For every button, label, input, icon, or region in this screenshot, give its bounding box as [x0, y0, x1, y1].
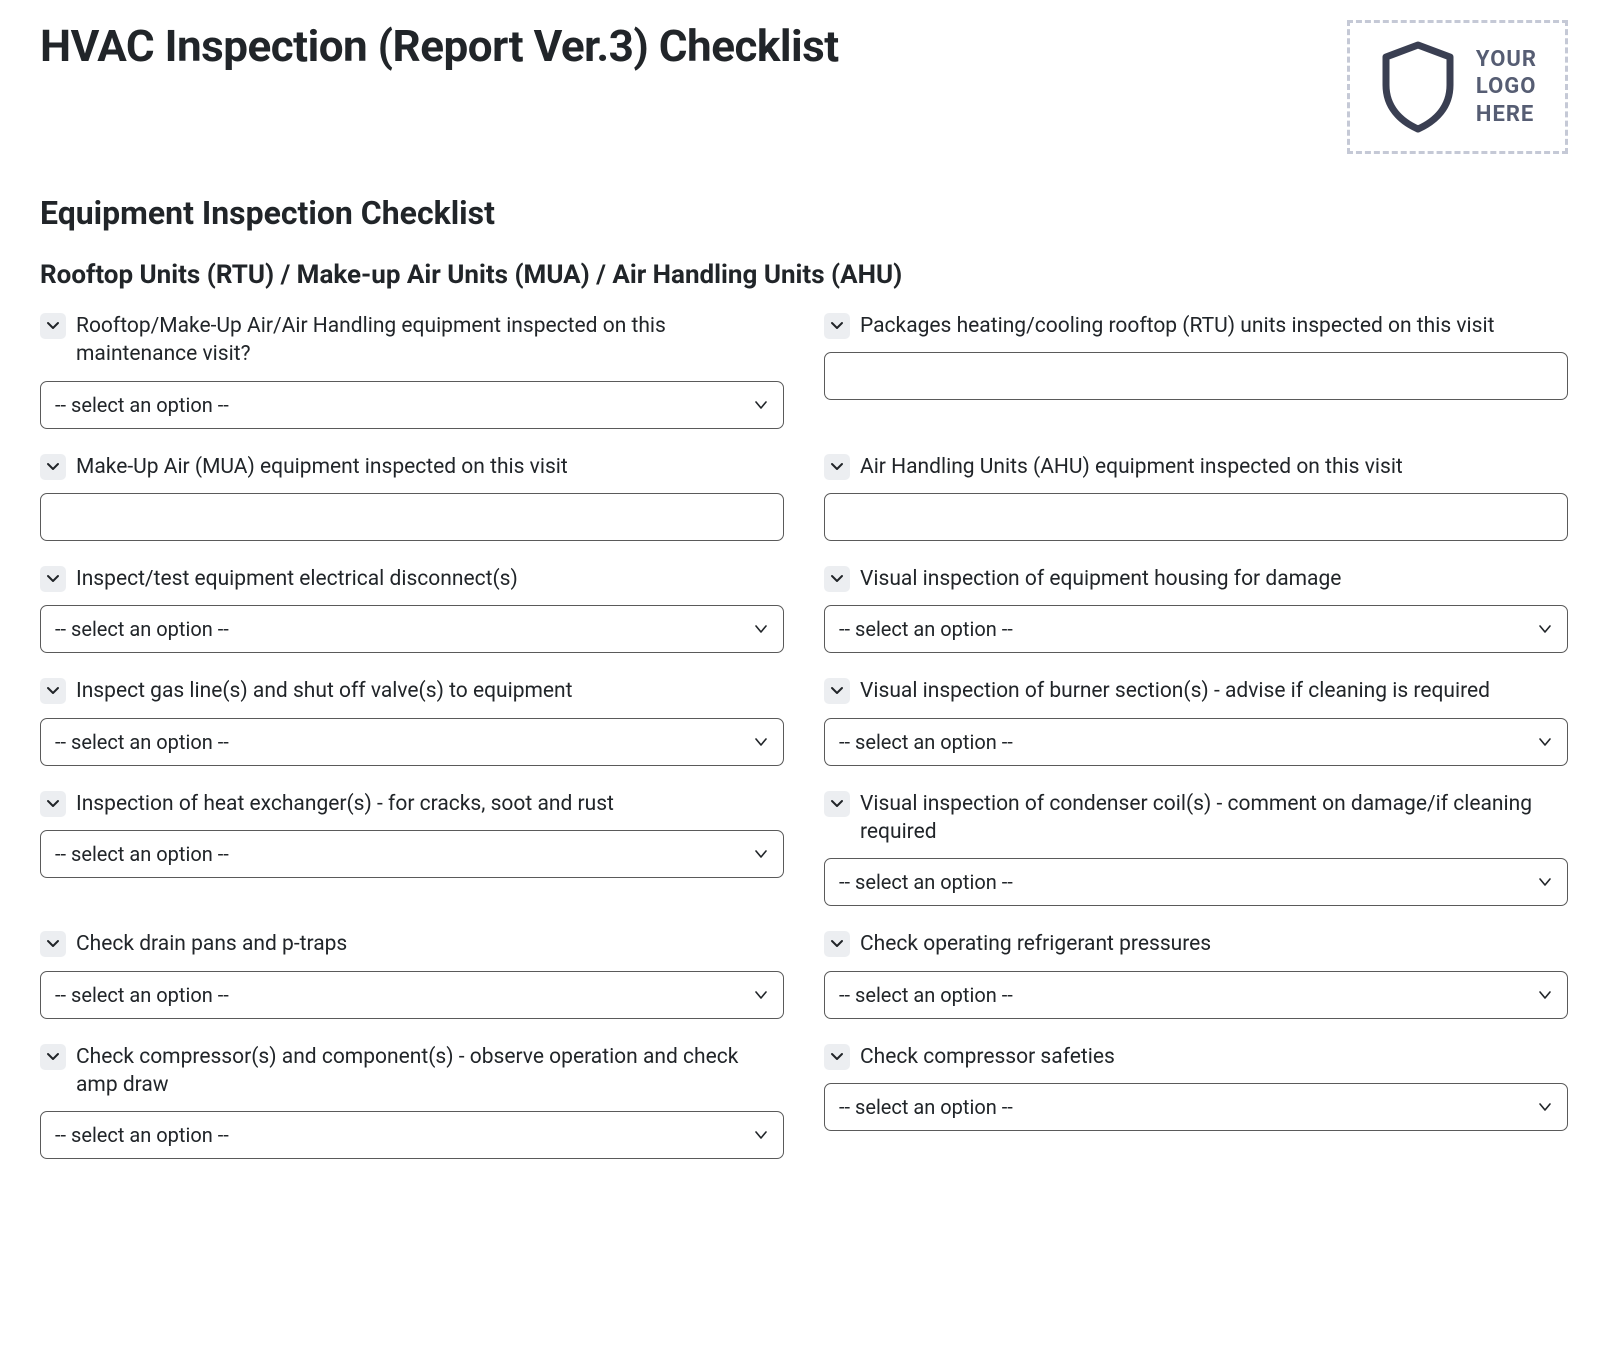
select-value: -- select an option --: [839, 983, 1013, 1007]
collapse-toggle[interactable]: [40, 931, 66, 957]
chevron-down-icon: [753, 621, 769, 637]
collapse-toggle[interactable]: [40, 678, 66, 704]
text-input[interactable]: [824, 352, 1568, 400]
field-label: Rooftop/Make-Up Air/Air Handling equipme…: [76, 312, 784, 369]
field-label: Check compressor safeties: [860, 1043, 1115, 1071]
field-label: Packages heating/cooling rooftop (RTU) u…: [860, 312, 1494, 340]
section-title: Equipment Inspection Checklist: [40, 194, 1568, 232]
select-input[interactable]: -- select an option --: [40, 381, 784, 429]
select-input[interactable]: -- select an option --: [40, 971, 784, 1019]
subsection-title: Rooftop Units (RTU) / Make-up Air Units …: [40, 260, 1568, 290]
select-input[interactable]: -- select an option --: [824, 858, 1568, 906]
select-input[interactable]: -- select an option --: [40, 1111, 784, 1159]
field-mua-inspected: Make-Up Air (MUA) equipment inspected on…: [40, 453, 784, 541]
collapse-toggle[interactable]: [824, 931, 850, 957]
field-compressor-components: Check compressor(s) and component(s) - o…: [40, 1043, 784, 1160]
select-value: -- select an option --: [55, 730, 229, 754]
field-refrigerant-pressures: Check operating refrigerant pressures --…: [824, 930, 1568, 1018]
checklist-grid: Rooftop/Make-Up Air/Air Handling equipme…: [40, 312, 1568, 1183]
select-input[interactable]: -- select an option --: [40, 830, 784, 878]
field-label: Visual inspection of equipment housing f…: [860, 565, 1341, 593]
select-input[interactable]: -- select an option --: [824, 1083, 1568, 1131]
shield-icon: [1378, 41, 1458, 133]
field-electrical-disconnect: Inspect/test equipment electrical discon…: [40, 565, 784, 653]
collapse-toggle[interactable]: [40, 791, 66, 817]
field-drain-pans: Check drain pans and p-traps -- select a…: [40, 930, 784, 1018]
chevron-down-icon: [753, 987, 769, 1003]
collapse-toggle[interactable]: [824, 313, 850, 339]
select-input[interactable]: -- select an option --: [40, 718, 784, 766]
select-value: -- select an option --: [839, 1095, 1013, 1119]
collapse-toggle[interactable]: [40, 454, 66, 480]
field-compressor-safeties: Check compressor safeties -- select an o…: [824, 1043, 1568, 1131]
collapse-toggle[interactable]: [824, 1044, 850, 1070]
field-label: Visual inspection of burner section(s) -…: [860, 677, 1490, 705]
chevron-down-icon: [1537, 1099, 1553, 1115]
chevron-down-icon: [753, 1127, 769, 1143]
field-label: Make-Up Air (MUA) equipment inspected on…: [76, 453, 568, 481]
select-value: -- select an option --: [839, 730, 1013, 754]
field-heat-exchanger: Inspection of heat exchanger(s) - for cr…: [40, 790, 784, 878]
field-gas-line: Inspect gas line(s) and shut off valve(s…: [40, 677, 784, 765]
field-label: Inspection of heat exchanger(s) - for cr…: [76, 790, 614, 818]
collapse-toggle[interactable]: [40, 566, 66, 592]
field-label: Inspect gas line(s) and shut off valve(s…: [76, 677, 573, 705]
select-value: -- select an option --: [55, 842, 229, 866]
field-rtu-mua-ahu-inspected: Rooftop/Make-Up Air/Air Handling equipme…: [40, 312, 784, 429]
field-label: Air Handling Units (AHU) equipment inspe…: [860, 453, 1403, 481]
logo-text: YOUR LOGO HERE: [1476, 46, 1537, 129]
collapse-toggle[interactable]: [824, 454, 850, 480]
select-input[interactable]: -- select an option --: [40, 605, 784, 653]
select-value: -- select an option --: [55, 393, 229, 417]
field-burner-section: Visual inspection of burner section(s) -…: [824, 677, 1568, 765]
field-ahu-inspected: Air Handling Units (AHU) equipment inspe…: [824, 453, 1568, 541]
chevron-down-icon: [1537, 621, 1553, 637]
select-value: -- select an option --: [55, 617, 229, 641]
field-condenser-coil: Visual inspection of condenser coil(s) -…: [824, 790, 1568, 907]
page-title: HVAC Inspection (Report Ver.3) Checklist: [40, 20, 839, 72]
chevron-down-icon: [753, 397, 769, 413]
text-input[interactable]: [824, 493, 1568, 541]
field-label: Inspect/test equipment electrical discon…: [76, 565, 518, 593]
field-label: Check compressor(s) and component(s) - o…: [76, 1043, 784, 1100]
field-rtu-packages-inspected: Packages heating/cooling rooftop (RTU) u…: [824, 312, 1568, 400]
chevron-down-icon: [1537, 874, 1553, 890]
select-value: -- select an option --: [839, 617, 1013, 641]
chevron-down-icon: [1537, 987, 1553, 1003]
logo-placeholder: YOUR LOGO HERE: [1347, 20, 1568, 154]
field-housing-damage: Visual inspection of equipment housing f…: [824, 565, 1568, 653]
select-value: -- select an option --: [839, 870, 1013, 894]
select-input[interactable]: -- select an option --: [824, 605, 1568, 653]
select-value: -- select an option --: [55, 983, 229, 1007]
chevron-down-icon: [753, 846, 769, 862]
text-input[interactable]: [40, 493, 784, 541]
field-label: Check operating refrigerant pressures: [860, 930, 1211, 958]
chevron-down-icon: [1537, 734, 1553, 750]
select-input[interactable]: -- select an option --: [824, 971, 1568, 1019]
collapse-toggle[interactable]: [40, 313, 66, 339]
select-input[interactable]: -- select an option --: [824, 718, 1568, 766]
chevron-down-icon: [753, 734, 769, 750]
select-value: -- select an option --: [55, 1123, 229, 1147]
field-label: Check drain pans and p-traps: [76, 930, 347, 958]
collapse-toggle[interactable]: [824, 566, 850, 592]
collapse-toggle[interactable]: [824, 678, 850, 704]
field-label: Visual inspection of condenser coil(s) -…: [860, 790, 1568, 847]
collapse-toggle[interactable]: [824, 791, 850, 817]
collapse-toggle[interactable]: [40, 1044, 66, 1070]
